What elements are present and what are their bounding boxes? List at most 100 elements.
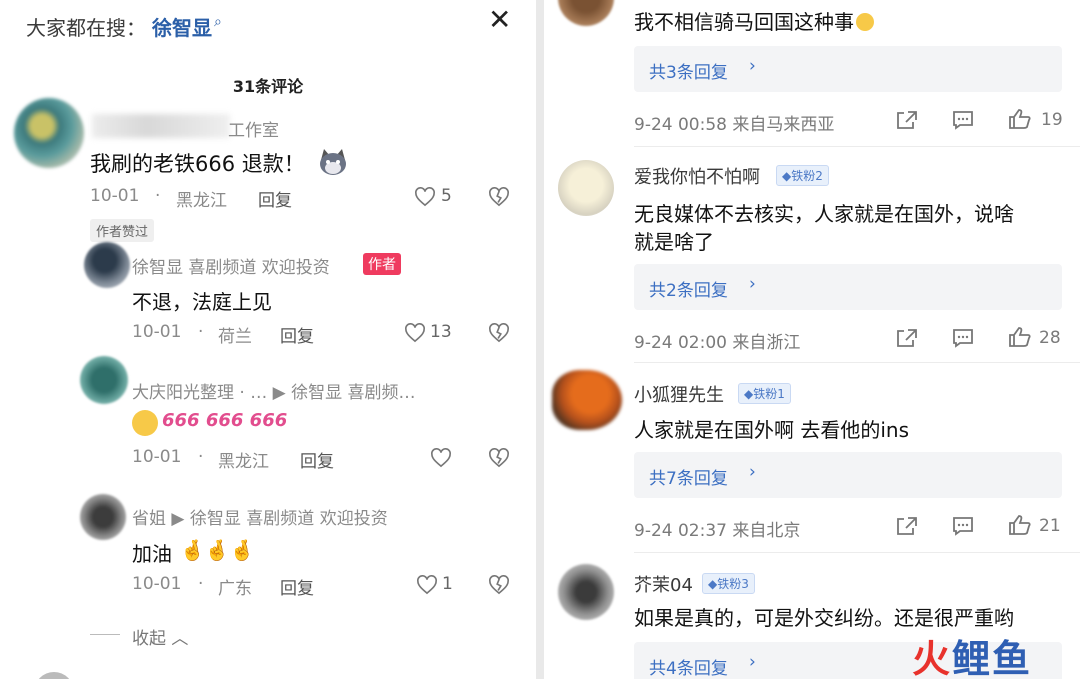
divider: [634, 146, 1080, 147]
comment-text: 人家就是在国外啊 去看他的ins: [634, 418, 910, 442]
share-icon[interactable]: [896, 328, 918, 348]
comment-location: 黑龙江: [176, 191, 227, 211]
username[interactable]: 芥茉04: [634, 571, 693, 597]
reply-button[interactable]: 回复: [280, 574, 314, 599]
collapse-button[interactable]: 收起 ︿: [132, 624, 188, 649]
comment-meta: 9-24 02:37 来自北京: [634, 521, 801, 541]
thumb-up-icon[interactable]: [1008, 108, 1032, 130]
comment-meta: 9-24 02:00 来自浙江: [634, 333, 801, 353]
right-comment-panel: 我不相信骑马回国这种事 共3条回复 › 9-24 00:58 来自马来西亚 19 …: [544, 0, 1080, 679]
left-comment-panel: 大家都在搜： 徐智显 ⌕ ✕ 31条评论 工作室 我刷的老铁666 退款！ 10…: [0, 0, 536, 679]
fan-level-badge: ◆铁粉2: [776, 165, 829, 186]
avatar[interactable]: [14, 98, 84, 168]
divider: [634, 362, 1080, 363]
close-icon[interactable]: ✕: [488, 6, 511, 34]
comment-text: 无良媒体不去核实，人家就是在国外，说啥: [634, 202, 1014, 226]
share-icon[interactable]: [896, 516, 918, 536]
reply-button[interactable]: 回复: [300, 447, 334, 472]
username-suffix[interactable]: 工作室: [228, 116, 279, 141]
dislike-icon[interactable]: [488, 575, 510, 595]
author-liked-badge: 作者赞过: [90, 219, 155, 242]
comment-text: 如果是真的，可是外交纠纷。还是很严重哟: [634, 606, 1014, 630]
comment-text: 我刷的老铁666 退款！: [90, 152, 305, 176]
comment-count: 31条评论: [232, 77, 304, 96]
blurred-username: [92, 114, 230, 138]
dislike-icon[interactable]: [488, 448, 510, 468]
dot-separator: ·: [198, 447, 204, 467]
avatar[interactable]: [84, 242, 130, 288]
reply-location: 广东: [218, 579, 252, 599]
avatar[interactable]: [552, 370, 622, 430]
heart-icon[interactable]: [404, 323, 426, 343]
laughing-emoji-icon: [856, 13, 874, 31]
watermark-logo: 火鲤鱼: [912, 637, 1033, 679]
reply-location: 荷兰: [218, 327, 252, 347]
comment-icon[interactable]: [952, 328, 974, 348]
avatar[interactable]: [80, 494, 126, 540]
comment-text: 我不相信骑马回国这种事: [634, 6, 874, 35]
like-count: 28: [1039, 328, 1061, 348]
like-count: 1: [442, 574, 453, 594]
comment-date: 10-01: [90, 186, 140, 206]
avatar[interactable]: [34, 672, 74, 679]
view-replies-button[interactable]: 共3条回复 ›: [634, 46, 1062, 92]
thumb-up-icon[interactable]: [1008, 326, 1032, 348]
dot-separator: ·: [198, 322, 204, 342]
avatar[interactable]: [558, 160, 614, 216]
avatar[interactable]: [80, 356, 128, 404]
fan-level-badge: ◆铁粉1: [738, 383, 791, 404]
reply-location: 黑龙江: [218, 452, 269, 472]
comment-meta: 9-24 00:58 来自马来西亚: [634, 115, 835, 135]
reply-button[interactable]: 回复: [280, 322, 314, 347]
chevron-up-icon: ︿: [171, 629, 189, 649]
dot-separator: ·: [198, 574, 204, 594]
dislike-icon[interactable]: [488, 323, 510, 343]
like-count: 13: [430, 322, 452, 342]
comment-text-continued: 就是啥了: [634, 230, 714, 254]
reply-text: 不退，法庭上见: [132, 290, 272, 314]
divider: [634, 552, 1080, 553]
search-suggestion-term[interactable]: 徐智显: [152, 12, 212, 41]
reply-text: 加油: [132, 542, 172, 566]
chevron-right-icon: ›: [749, 462, 756, 482]
chevron-right-icon: ›: [749, 274, 756, 294]
fan-level-badge: ◆铁粉3: [702, 573, 755, 594]
username[interactable]: 小狐狸先生: [634, 381, 724, 407]
avatar[interactable]: [558, 0, 614, 26]
dislike-icon[interactable]: [488, 187, 510, 207]
reply-date: 10-01: [132, 574, 182, 594]
smile-emoji-icon: [132, 410, 158, 436]
username[interactable]: 爱我你怕不怕啊: [634, 163, 760, 189]
search-icon[interactable]: ⌕: [214, 14, 222, 30]
reply-date: 10-01: [132, 447, 182, 467]
search-suggestion[interactable]: 大家都在搜： 徐智显 ⌕: [26, 12, 222, 41]
like-count: 19: [1041, 110, 1063, 130]
dot-separator: ·: [155, 186, 161, 206]
comment-icon[interactable]: [952, 110, 974, 130]
thumb-up-icon[interactable]: [1008, 514, 1032, 536]
reply-username[interactable]: 徐智显 喜剧频道 欢迎投资: [132, 253, 330, 278]
reply-text: 666 666 666: [162, 410, 288, 431]
like-count: 21: [1039, 516, 1061, 536]
chevron-right-icon: ›: [749, 56, 756, 76]
comment-icon[interactable]: [952, 516, 974, 536]
heart-icon[interactable]: [414, 187, 436, 207]
cat-emoji-icon: [320, 149, 346, 175]
share-icon[interactable]: [896, 110, 918, 130]
avatar[interactable]: [558, 564, 614, 620]
reply-button[interactable]: 回复: [258, 186, 292, 211]
like-count: 5: [441, 186, 452, 206]
crossed-fingers-icon: 🤞🤞🤞: [180, 538, 255, 562]
author-badge: 作者: [363, 253, 401, 275]
view-replies-button[interactable]: 共2条回复 ›: [634, 264, 1062, 310]
reply-username[interactable]: 省姐 ▶ 徐智显 喜剧频道 欢迎投资: [132, 504, 388, 529]
heart-icon[interactable]: [430, 448, 452, 468]
view-replies-button[interactable]: 共7条回复 ›: [634, 452, 1062, 498]
search-suggestion-label: 大家都在搜：: [26, 16, 146, 40]
reply-username[interactable]: 大庆阳光整理 · … ▶ 徐智显 喜剧频…: [132, 378, 416, 403]
reply-date: 10-01: [132, 322, 182, 342]
divider: [90, 634, 120, 635]
heart-icon[interactable]: [416, 575, 438, 595]
collapse-label: 收起: [132, 629, 166, 649]
chevron-right-icon: ›: [749, 652, 756, 672]
